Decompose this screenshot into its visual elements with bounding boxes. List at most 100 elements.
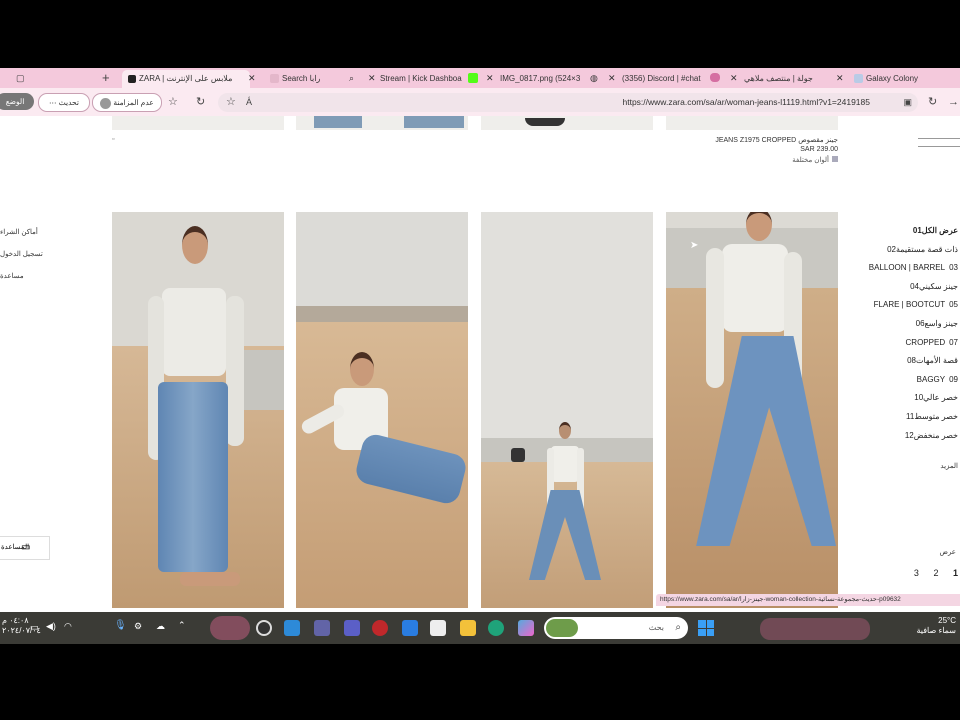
battery-icon[interactable]: ▭ — [30, 622, 39, 633]
sand — [481, 462, 653, 608]
chevron-up-icon[interactable]: ⌃ — [178, 620, 186, 631]
copilot-icon[interactable] — [518, 620, 534, 636]
category-label: جينز سكيني — [918, 281, 958, 291]
product-image-top-1[interactable] — [112, 116, 284, 130]
search-icon: ⌕ — [349, 73, 355, 83]
category-item[interactable]: خصر عالي10 — [910, 393, 958, 402]
refresh-icon[interactable]: ↻ — [928, 93, 937, 112]
product-photo-2[interactable] — [296, 212, 468, 608]
wifi-icon[interactable]: ◠ — [64, 621, 72, 632]
tab-galaxy[interactable]: Galaxy Colony — [850, 71, 954, 86]
product-photo-4[interactable]: ➤ — [666, 212, 838, 608]
start-icon[interactable] — [698, 620, 714, 636]
product-image-top-4[interactable] — [666, 116, 838, 130]
category-number: 10 — [914, 393, 924, 403]
address-bar[interactable]: ☆ A᷾ https://www.zara.com/sa/ar/woman-je… — [218, 93, 918, 112]
tab-discord[interactable]: (3356) Discord | #chat — [620, 71, 706, 86]
close-tab-icon[interactable]: ✕ — [608, 71, 616, 86]
profile-button[interactable]: عدم المزامنة — [92, 93, 162, 112]
page-2[interactable]: 2 — [933, 568, 938, 578]
category-number: 06 — [915, 319, 925, 328]
tab-zara[interactable]: ZARA | ملابس على الإنترنت — [122, 70, 250, 88]
browser-window: ▢ + ZARA | ملابس على الإنترنت ✕ Search ر… — [0, 68, 960, 644]
left-link-stores[interactable]: أماكن الشراء — [0, 228, 38, 236]
left-link-login[interactable]: تسجيل الدخول — [0, 250, 43, 258]
category-item[interactable]: ذات قصة مستقيمة02 — [883, 245, 958, 254]
read-aloud-icon[interactable]: A᷾ — [246, 93, 252, 112]
mail-icon[interactable] — [402, 620, 418, 636]
tab-image[interactable]: IMG_0817.png (524×3 — [498, 71, 586, 86]
weather-temp: 25°C — [938, 616, 956, 625]
header-rule — [918, 138, 960, 139]
close-tab-icon[interactable]: ✕ — [368, 71, 376, 86]
category-item[interactable]: خصر متوسط11 — [902, 412, 958, 421]
category-item[interactable]: BALLOON | BARREL 03 — [869, 263, 958, 272]
shoe-image — [525, 118, 565, 126]
forward-arrow-icon[interactable]: → — [948, 93, 959, 112]
category-number: 07 — [949, 337, 958, 347]
edge-icon[interactable] — [488, 620, 504, 636]
color-swatch[interactable] — [832, 156, 838, 162]
category-number: 01 — [912, 226, 922, 235]
close-tab-icon[interactable]: ✕ — [836, 71, 844, 86]
sky — [481, 212, 653, 438]
close-tab-icon[interactable]: ✕ — [730, 71, 738, 86]
left-link-help[interactable]: مساعدة — [0, 272, 24, 280]
mic-icon[interactable]: 🎙 — [114, 620, 127, 631]
grid-view-icon[interactable]: ▫ — [112, 136, 114, 143]
site-info-icon[interactable]: ▣ — [903, 93, 912, 112]
new-tab-button[interactable]: + — [102, 68, 110, 88]
product-photo-3[interactable] — [481, 212, 653, 608]
tab-kick[interactable]: Stream | Kick Dashboa — [378, 71, 476, 86]
weather-widget[interactable]: 25°C سماء صافية — [916, 616, 956, 636]
folder-icon[interactable] — [460, 620, 476, 636]
search-highlight-image — [546, 619, 578, 637]
update-button[interactable]: ⋯ تحديث — [38, 93, 90, 112]
teams-icon[interactable] — [314, 620, 330, 636]
header-rule — [918, 146, 960, 147]
tab-actions-icon[interactable]: ▢ — [16, 68, 25, 88]
category-item[interactable]: جينز واسع06 — [912, 319, 958, 328]
close-tab-icon[interactable]: ✕ — [248, 71, 256, 86]
product-photo-1[interactable] — [112, 212, 284, 608]
category-item[interactable]: FLARE | BOOTCUT 05 — [874, 300, 958, 309]
volume-icon[interactable]: ◀) — [46, 621, 56, 632]
obs-icon[interactable] — [256, 620, 272, 636]
product-image-top-3[interactable] — [481, 116, 653, 130]
extra-pill-button[interactable]: الوضع — [0, 93, 34, 110]
category-item[interactable]: قصة الأمهات08 — [903, 356, 958, 365]
red-app-icon[interactable] — [372, 620, 388, 636]
cloud-icon[interactable]: ☁ — [156, 621, 165, 632]
category-item[interactable]: عرض الكل01 — [909, 226, 958, 235]
chat-help-button[interactable]: ▭ المساعدة — [0, 536, 50, 560]
page-3[interactable]: 3 — [914, 568, 919, 578]
reload-icon[interactable]: ↻ — [196, 93, 205, 112]
category-menu: عرض الكل01 ذات قصة مستقيمة02 BALLOON | BAR… — [840, 226, 960, 456]
store-icon[interactable] — [430, 620, 446, 636]
extra-pill-label: الوضع — [5, 97, 25, 106]
page-1[interactable]: 1 — [953, 568, 958, 578]
category-item[interactable]: خصر منخفض12 — [901, 431, 958, 440]
category-item[interactable]: CROPPED 07 — [906, 338, 958, 347]
tab-search[interactable]: Search رابا — [266, 71, 362, 86]
tab-other[interactable]: جولة | منتصف ملاهي — [742, 71, 834, 86]
model-arm — [226, 296, 244, 446]
category-label: ذات قصة مستقيمة — [895, 244, 958, 254]
product-name[interactable]: JEANS Z1975 CROPPED جينز مقصوص — [715, 136, 838, 144]
close-tab-icon[interactable]: ✕ — [486, 71, 494, 86]
search-icon: ⌕ — [675, 622, 681, 633]
p-app-icon[interactable] — [344, 620, 360, 636]
category-item[interactable]: BAGGY 09 — [917, 375, 958, 384]
kick-favicon-icon — [468, 73, 478, 83]
model-head — [182, 226, 208, 264]
product-image-top-2[interactable] — [296, 116, 468, 130]
more-label[interactable]: المزيد — [940, 462, 958, 470]
search-box[interactable]: بحث ⌕ — [544, 617, 688, 639]
category-item[interactable]: جينز سكيني04 — [906, 282, 958, 291]
app-icon[interactable] — [284, 620, 300, 636]
tray-app-icon[interactable]: ⚙ — [134, 621, 142, 632]
product-colors: ألوان مختلفة — [792, 156, 838, 164]
favorite-star-icon[interactable]: ☆ — [226, 93, 236, 112]
extensions-icon[interactable]: ☆ — [168, 93, 178, 112]
globe-icon: ◍ — [590, 73, 598, 83]
